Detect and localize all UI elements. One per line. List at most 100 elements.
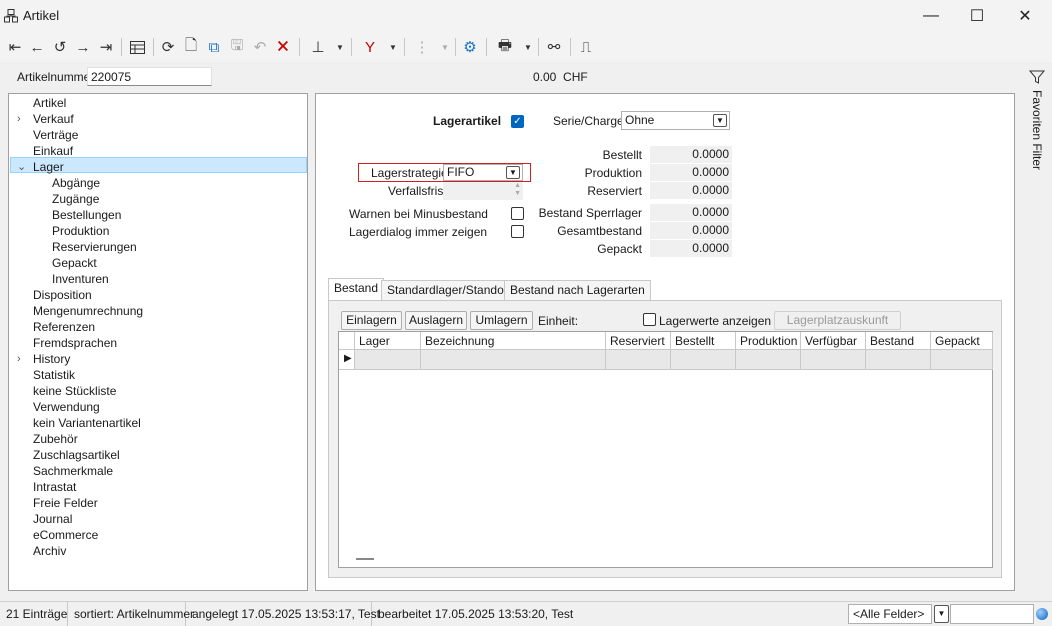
filter-icon[interactable] — [1029, 69, 1045, 85]
tree-item[interactable]: Artikel — [33, 95, 66, 111]
column-header[interactable]: Produktion — [736, 332, 801, 350]
tree-item[interactable]: Produktion — [52, 223, 109, 239]
history-icon[interactable]: ↺ — [50, 36, 70, 58]
tree-item[interactable]: Mengenumrechnung — [33, 303, 143, 319]
grid-cell[interactable] — [736, 350, 801, 370]
search-input[interactable] — [950, 604, 1034, 624]
grid-cell[interactable] — [931, 350, 993, 370]
lagerwerte-checkbox[interactable] — [643, 313, 656, 326]
einlagern-button[interactable]: Einlagern — [341, 311, 402, 330]
tree-item[interactable]: Bestellungen — [52, 207, 121, 223]
chevron-down-icon[interactable]: ⌄ — [17, 159, 26, 175]
tree-item[interactable]: Disposition — [33, 287, 92, 303]
tree-item[interactable]: Archiv — [33, 543, 66, 559]
column-header[interactable]: Reserviert — [606, 332, 671, 350]
tree-item[interactable]: eCommerce — [33, 527, 98, 543]
chevron-down-icon[interactable]: ▼ — [440, 36, 450, 58]
chevron-down-icon[interactable]: ▼ — [335, 36, 345, 58]
tree-item[interactable]: Lager — [33, 159, 64, 175]
settings-icon[interactable]: ⚙ — [460, 36, 480, 58]
grid-cell[interactable] — [421, 350, 606, 370]
artikelnummer-field[interactable]: 220075 — [87, 67, 212, 86]
tree-item[interactable]: Verkauf — [33, 111, 74, 127]
tree-item[interactable]: Verwendung — [33, 399, 100, 415]
prev-icon[interactable]: ← — [27, 36, 47, 58]
tree-item[interactable]: Inventuren — [52, 271, 109, 287]
maximize-button[interactable]: ☐ — [954, 0, 1000, 32]
delete-icon[interactable]: 🗙 — [273, 36, 293, 58]
door-icon[interactable]: ⎍ — [576, 36, 596, 58]
table-icon[interactable] — [127, 36, 147, 58]
tree-item[interactable]: Referenzen — [33, 319, 95, 335]
chevron-down-icon[interactable]: ▼ — [523, 36, 533, 58]
tree-item[interactable]: Intrastat — [33, 479, 76, 495]
grid-cell[interactable] — [801, 350, 866, 370]
tree-item[interactable]: Einkauf — [33, 143, 73, 159]
link-icon[interactable]: ⚯ — [544, 36, 564, 58]
tab-bestand-lagerarten[interactable]: Bestand nach Lagerarten — [504, 280, 651, 300]
lagerplatzauskunft-button[interactable]: Lagerplatzauskunft — [774, 311, 901, 330]
tree-item[interactable]: Fremdsprachen — [33, 335, 117, 351]
grid-cell[interactable] — [606, 350, 671, 370]
tree-item[interactable]: keine Stückliste — [33, 383, 116, 399]
first-icon[interactable]: ⇤ — [5, 36, 25, 58]
tab-bestand[interactable]: Bestand — [328, 278, 385, 301]
chevron-down-icon[interactable]: ▼ — [713, 114, 727, 127]
scrollbar-thumb[interactable] — [356, 558, 374, 560]
chevron-right-icon[interactable]: › — [17, 351, 21, 367]
chevron-down-icon[interactable]: ▼ — [506, 166, 520, 179]
globe-icon[interactable] — [1036, 608, 1048, 620]
tree-item[interactable]: Journal — [33, 511, 72, 527]
warnen-checkbox[interactable] — [511, 207, 524, 220]
print-icon[interactable]: 🖶 — [495, 36, 515, 58]
new-doc-icon[interactable]: 🗋 — [181, 36, 201, 58]
column-header[interactable]: Gepackt — [931, 332, 993, 350]
tree-item[interactable]: Zubehör — [33, 431, 78, 447]
column-header[interactable]: Verfügbar — [801, 332, 866, 350]
chevron-down-icon[interactable]: ▼ — [934, 605, 949, 623]
save-icon[interactable]: 🖫 — [227, 36, 247, 58]
tree-item[interactable]: kein Variantenartikel — [33, 415, 141, 431]
tree-item[interactable]: Reservierungen — [52, 239, 137, 255]
tree-item[interactable]: Statistik — [33, 367, 75, 383]
column-header[interactable]: Lager — [355, 332, 421, 350]
tree-icon[interactable]: ⋮ — [412, 36, 432, 58]
tree-item[interactable]: Abgänge — [52, 175, 100, 191]
last-icon[interactable]: ⇥ — [96, 36, 116, 58]
minimize-button[interactable]: — — [908, 0, 954, 32]
filter-icon[interactable]: Y — [360, 36, 380, 58]
bestand-grid[interactable]: Lager Bezeichnung Reserviert Bestellt Produk… — [338, 331, 993, 568]
next-icon[interactable]: → — [73, 36, 93, 58]
pin-icon[interactable]: ⊥ — [308, 36, 328, 58]
field-select[interactable]: <Alle Felder> — [848, 604, 932, 624]
refresh-icon[interactable]: ⟳ — [158, 36, 178, 58]
tree-item[interactable]: Gepackt — [52, 255, 97, 271]
tree-item[interactable]: Freie Felder — [33, 495, 98, 511]
lagerartikel-checkbox[interactable]: ✓ — [511, 115, 524, 128]
tree-item[interactable]: Zuschlagsartikel — [33, 447, 120, 463]
lagerstrategie-select[interactable]: FIFO ▼ — [443, 164, 523, 181]
auslagern-button[interactable]: Auslagern — [405, 311, 467, 330]
copy-icon[interactable]: ⧉ — [204, 36, 224, 58]
grid-cell[interactable] — [866, 350, 931, 370]
verfallsfrist-field[interactable]: ▲ ▼ — [443, 182, 523, 200]
grid-cell[interactable] — [671, 350, 736, 370]
column-header[interactable]: Bestellt — [671, 332, 736, 350]
tree-item[interactable]: History — [33, 351, 70, 367]
tree-item[interactable]: Zugänge — [52, 191, 99, 207]
favoriten-filter-tab[interactable]: Favoriten Filter — [1030, 90, 1044, 170]
umlagern-button[interactable]: Umlagern — [470, 311, 533, 330]
column-header[interactable]: Bezeichnung — [421, 332, 606, 350]
tab-standardlager[interactable]: Standardlager/Standort — [381, 280, 518, 300]
undo-icon[interactable]: ↶ — [250, 36, 270, 58]
column-header[interactable]: Bestand — [866, 332, 931, 350]
tree-item[interactable]: Sachmerkmale — [33, 463, 113, 479]
grid-cell[interactable] — [355, 350, 421, 370]
serie-charge-select[interactable]: Ohne ▼ — [621, 111, 730, 130]
tree-item[interactable]: Verträge — [33, 127, 78, 143]
lagerdialog-checkbox[interactable] — [511, 225, 524, 238]
spinner-icon[interactable]: ▲ ▼ — [514, 182, 521, 198]
chevron-right-icon[interactable]: › — [17, 111, 21, 127]
close-button[interactable]: ✕ — [1002, 0, 1048, 32]
chevron-down-icon[interactable]: ▼ — [388, 36, 398, 58]
